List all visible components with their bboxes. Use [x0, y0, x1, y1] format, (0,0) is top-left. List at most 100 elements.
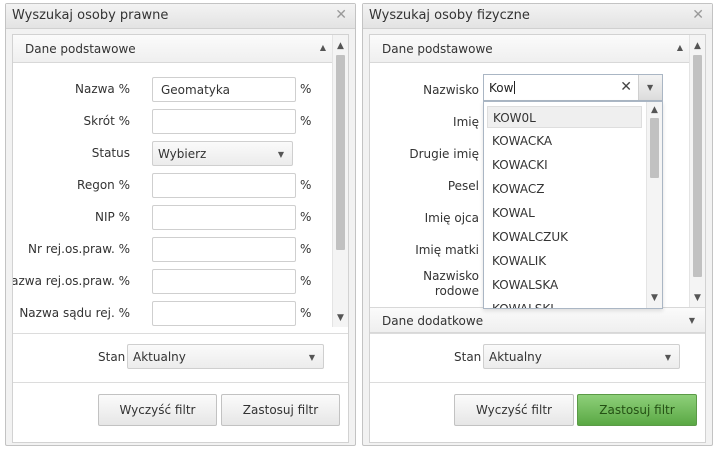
dropdown-toggle[interactable]: ▼ [638, 75, 662, 100]
scrollbar-thumb[interactable] [693, 55, 702, 277]
surname-suggestions-dropdown: KOW0L KOWACKA KOWACKI KOWACZ KOWAL KOWAL… [483, 101, 663, 309]
section-header-basic[interactable]: Dane podstawowe ▲ [370, 35, 705, 63]
suggestion-item[interactable]: KOWALSKI [487, 298, 642, 308]
stan-value: Aktualny [489, 350, 542, 364]
panel-header: Wyszukaj osoby fizyczne ✕ [363, 4, 712, 29]
scrollbar-thumb[interactable] [650, 118, 659, 178]
scroll-up-icon[interactable]: ▲ [333, 41, 348, 51]
scroll-down-icon[interactable]: ▼ [333, 313, 348, 323]
stan-select[interactable]: Aktualny ▼ [483, 344, 680, 369]
field-row-nip: NIP % % [13, 205, 332, 231]
chevron-down-icon: ▼ [647, 83, 654, 92]
field-label: Nazwisko [423, 269, 479, 283]
field-row-court-name: Nazwa sądu rej. % % [13, 301, 332, 327]
nip-input[interactable] [152, 205, 296, 230]
close-icon[interactable]: ✕ [335, 7, 347, 23]
wildcard-suffix: % [300, 82, 312, 96]
clear-filter-button[interactable]: Wyczyść filtr [98, 394, 217, 426]
surname-combobox[interactable]: Kow ✕ ▼ [483, 74, 663, 101]
panel-header: Wyszukaj osoby prawne ✕ [6, 4, 355, 29]
collapse-up-icon[interactable]: ▲ [320, 43, 326, 52]
field-label: Imię matki [415, 243, 479, 257]
natural-persons-search-panel: Wyszukaj osoby fizyczne ✕ Dane podstawow… [362, 3, 713, 446]
field-label: Drugie imię [409, 147, 479, 161]
surname-input-value[interactable]: Kow [489, 81, 516, 95]
field-label: rodowe [434, 284, 479, 298]
section-header-additional[interactable]: Dane dodatkowe ▼ [370, 307, 705, 333]
surname-text: Kow [489, 81, 514, 95]
scroll-down-icon[interactable]: ▼ [647, 293, 662, 303]
short-name-input[interactable] [152, 109, 296, 134]
suggestion-item[interactable]: KOW0L [487, 106, 642, 128]
field-label: Nr rej.os.praw. % [28, 242, 130, 256]
stan-area: Stan Aktualny ▼ [370, 333, 705, 383]
stan-label: Stan [454, 350, 482, 364]
suggestion-item[interactable]: KOWACZ [487, 178, 642, 200]
status-value: Wybierz [158, 147, 207, 161]
vertical-scrollbar[interactable]: ▲ ▼ [689, 35, 705, 307]
status-select[interactable]: Wybierz ▼ [152, 141, 293, 166]
wildcard-suffix: % [300, 114, 312, 128]
stan-area: Stan Aktualny ▼ [13, 333, 348, 383]
field-label: Nazwisko [423, 83, 479, 97]
suggestion-item[interactable]: KOWALCZUK [487, 226, 642, 248]
field-label: Nazwa sądu rej. % [19, 306, 130, 320]
field-label: NIP % [95, 210, 130, 224]
field-row-reg-name: Nazwa rej.os.praw. % % [13, 269, 332, 295]
collapse-up-icon[interactable]: ▲ [677, 43, 683, 52]
panel-title: Wyszukaj osoby fizyczne [369, 8, 530, 23]
field-row-name: Nazwa % Geomatyka % [13, 77, 332, 103]
wildcard-suffix: % [300, 210, 312, 224]
scroll-up-icon[interactable]: ▲ [647, 105, 662, 115]
section-title: Dane podstawowe [25, 42, 136, 56]
chevron-down-icon: ▼ [308, 353, 315, 362]
regon-input[interactable] [152, 173, 296, 198]
apply-filter-button[interactable]: Zastosuj filtr [221, 394, 340, 426]
panel-title: Wyszukaj osoby prawne [12, 8, 169, 23]
suggestion-item[interactable]: KOWAL [487, 202, 642, 224]
vertical-scrollbar[interactable]: ▲ ▼ [332, 35, 348, 327]
clear-filter-button[interactable]: Wyczyść filtr [454, 394, 574, 426]
close-icon[interactable]: ✕ [692, 7, 704, 23]
field-row-status: Status Wybierz ▼ [13, 141, 332, 167]
legal-persons-search-panel: Wyszukaj osoby prawne ✕ Dane podstawowe … [5, 3, 356, 446]
field-label: Nazwa % [74, 82, 130, 96]
section-header-basic[interactable]: Dane podstawowe ▲ [13, 35, 348, 63]
field-label: Skrót % [83, 114, 131, 128]
field-label: Imię [453, 115, 479, 129]
field-row-regon: Regon % % [13, 173, 332, 199]
section-title: Dane podstawowe [382, 42, 493, 56]
name-input[interactable]: Geomatyka [152, 77, 296, 102]
field-label: Regon % [77, 178, 130, 192]
suggestion-item[interactable]: KOWALIK [487, 250, 642, 272]
chevron-down-icon: ▼ [664, 353, 671, 362]
scroll-up-icon[interactable]: ▲ [690, 41, 705, 51]
field-label: Imię ojca [424, 211, 479, 225]
field-row-short: Skrót % % [13, 109, 332, 135]
field-label-multiline: Nazwisko rodowe [423, 269, 479, 299]
suggestion-item[interactable]: KOWACKI [487, 154, 642, 176]
scrollbar-thumb[interactable] [336, 55, 345, 250]
section-title: Dane dodatkowe [382, 314, 484, 328]
apply-filter-button[interactable]: Zastosuj filtr [577, 394, 697, 426]
suggestion-item[interactable]: KOWALSKA [487, 274, 642, 296]
chevron-down-icon: ▼ [277, 150, 284, 159]
clear-icon[interactable]: ✕ [620, 79, 632, 95]
wildcard-suffix: % [300, 242, 312, 256]
basic-fields-area: Nazwa % Geomatyka % Skrót % % Status Wyb… [13, 64, 332, 327]
field-label: Pesel [447, 179, 479, 193]
court-name-input[interactable] [152, 301, 296, 326]
panel-content: Dane podstawowe ▲ Nazwisko Imię Drugie i… [369, 34, 706, 443]
registry-number-input[interactable] [152, 237, 296, 262]
expand-down-icon[interactable]: ▼ [689, 316, 695, 325]
field-label: Status [91, 146, 130, 160]
wildcard-suffix: % [300, 178, 312, 192]
stan-select[interactable]: Aktualny ▼ [127, 344, 324, 369]
scroll-down-icon[interactable]: ▼ [690, 293, 705, 303]
dropdown-scrollbar[interactable]: ▲ ▼ [646, 102, 662, 308]
stan-value: Aktualny [133, 350, 186, 364]
suggestion-item[interactable]: KOWACKA [487, 130, 642, 152]
registry-name-input[interactable] [152, 269, 296, 294]
panel-content: Dane podstawowe ▲ Nazwa % Geomatyka % Sk… [12, 34, 349, 443]
stan-label: Stan [98, 350, 126, 364]
